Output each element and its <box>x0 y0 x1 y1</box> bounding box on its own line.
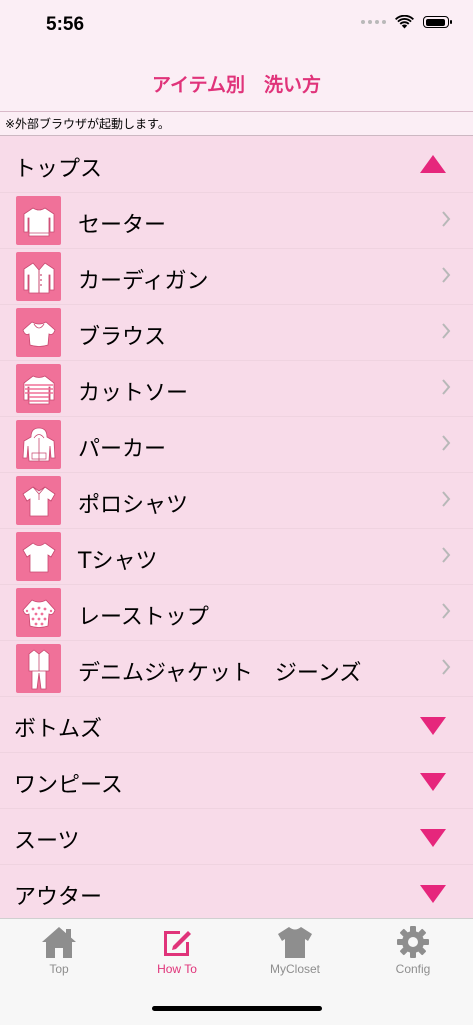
status-time: 5:56 <box>46 14 85 35</box>
section-label: ボトムズ <box>14 717 103 742</box>
expand-triangle-icon <box>420 885 446 903</box>
section-label: トップス <box>14 157 103 182</box>
striped-shirt-icon <box>16 364 61 413</box>
denim-icon <box>16 644 61 693</box>
tab-howto[interactable]: How To <box>118 925 236 985</box>
chevron-right-icon <box>442 659 451 675</box>
section-label: スーツ <box>14 829 80 854</box>
list-item-hoodie[interactable]: パーカー <box>0 417 473 473</box>
navigation-bar: アイテム別 洗い方 <box>0 50 473 112</box>
chevron-right-icon <box>442 435 451 451</box>
chevron-right-icon <box>442 491 451 507</box>
page-title: アイテム別 洗い方 <box>151 74 322 96</box>
wifi-icon <box>395 15 414 29</box>
external-browser-notice: ※外部ブラウザが起動します。 <box>0 112 473 136</box>
item-label: カットソー <box>78 381 189 406</box>
item-label: デニムジャケット ジーンズ <box>78 661 362 686</box>
tshirt-icon <box>16 532 61 581</box>
item-label: ブラウス <box>78 325 167 350</box>
section-header-suits[interactable]: スーツ <box>0 809 473 865</box>
item-list: トップス セーター カーディガン ブラウス カットソー パーカー ポロシャツ T… <box>0 137 473 921</box>
item-label: カーディガン <box>78 269 209 294</box>
chevron-right-icon <box>442 547 451 563</box>
tshirt-icon <box>278 927 312 958</box>
tab-top[interactable]: Top <box>0 925 118 985</box>
tab-label: How To <box>157 962 197 976</box>
signal-icon <box>361 20 386 24</box>
list-item-lace-top[interactable]: レーストップ <box>0 585 473 641</box>
tab-mycloset[interactable]: MyCloset <box>236 925 354 985</box>
tab-label: Top <box>49 962 69 976</box>
item-label: パーカー <box>78 437 167 462</box>
list-item-tshirt[interactable]: Tシャツ <box>0 529 473 585</box>
collapse-triangle-icon <box>420 155 446 173</box>
item-label: セーター <box>78 213 167 238</box>
section-label: ワンピース <box>14 773 123 798</box>
section-header-outer[interactable]: アウター <box>0 865 473 921</box>
lace-top-icon <box>16 588 61 637</box>
chevron-right-icon <box>442 267 451 283</box>
list-item-polo[interactable]: ポロシャツ <box>0 473 473 529</box>
expand-triangle-icon <box>420 829 446 847</box>
list-item-blouse[interactable]: ブラウス <box>0 305 473 361</box>
list-item-denim[interactable]: デニムジャケット ジーンズ <box>0 641 473 697</box>
item-label: Tシャツ <box>78 549 158 574</box>
section-header-bottoms[interactable]: ボトムズ <box>0 697 473 753</box>
battery-icon <box>423 16 452 28</box>
sweater-icon <box>16 196 61 245</box>
chevron-right-icon <box>442 211 451 227</box>
blouse-icon <box>16 308 61 357</box>
chevron-right-icon <box>442 379 451 395</box>
section-header-onepiece[interactable]: ワンピース <box>0 753 473 809</box>
section-header-tops[interactable]: トップス <box>0 137 473 193</box>
expand-triangle-icon <box>420 717 446 735</box>
gear-icon <box>397 926 429 958</box>
status-icons <box>361 15 452 29</box>
list-item-cardigan[interactable]: カーディガン <box>0 249 473 305</box>
home-indicator <box>152 1006 322 1011</box>
hoodie-icon <box>16 420 61 469</box>
list-item-sweater[interactable]: セーター <box>0 193 473 249</box>
tab-config[interactable]: Config <box>354 925 472 985</box>
cardigan-icon <box>16 252 61 301</box>
expand-triangle-icon <box>420 773 446 791</box>
section-label: アウター <box>14 885 103 910</box>
tab-label: Config <box>395 962 431 976</box>
tab-label: MyCloset <box>269 962 320 976</box>
home-icon <box>42 927 76 958</box>
item-label: レーストップ <box>78 605 209 630</box>
status-bar: 5:56 <box>0 0 473 50</box>
polo-shirt-icon <box>16 476 61 525</box>
chevron-right-icon <box>442 323 451 339</box>
edit-icon <box>164 931 191 956</box>
chevron-right-icon <box>442 603 451 619</box>
list-item-cutsew[interactable]: カットソー <box>0 361 473 417</box>
item-label: ポロシャツ <box>78 493 189 518</box>
